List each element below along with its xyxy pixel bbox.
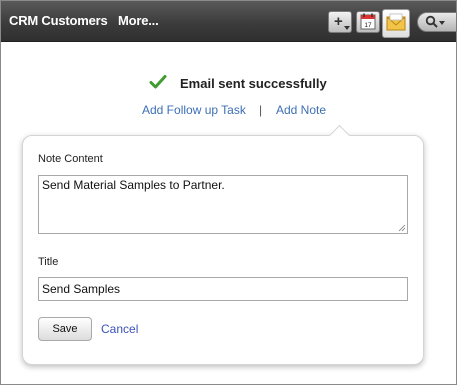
plus-icon: + — [334, 13, 343, 30]
title-label: Title — [38, 256, 59, 268]
save-button[interactable]: Save — [38, 317, 92, 341]
chevron-down-icon — [344, 26, 350, 30]
chevron-down-icon — [439, 21, 445, 25]
calendar-button[interactable]: 17 — [356, 11, 380, 33]
success-text: Email sent successfully — [180, 76, 327, 91]
note-content-text: Send Material Samples to Partner. — [42, 178, 225, 192]
nav-more-menu[interactable]: More... — [118, 13, 159, 28]
nav-crm-customers[interactable]: CRM Customers — [9, 13, 108, 28]
calendar-day-text: 17 — [364, 22, 372, 29]
envelope-icon — [386, 13, 406, 31]
add-note-link[interactable]: Add Note — [276, 103, 326, 117]
post-email-actions: Add Follow up Task | Add Note — [1, 103, 456, 119]
search-button[interactable] — [417, 12, 457, 32]
top-navigation-bar: CRM Customers More... + 17 — [1, 1, 457, 42]
title-input-text: Send Samples — [42, 282, 121, 296]
panel-pointer — [328, 124, 351, 147]
add-follow-up-task-link[interactable]: Add Follow up Task — [142, 103, 246, 117]
search-icon — [425, 15, 438, 28]
calendar-icon: 17 — [360, 13, 376, 30]
note-content-label: Note Content — [38, 153, 103, 165]
title-input[interactable]: Send Samples — [38, 277, 408, 301]
success-message: Email sent successfully — [1, 73, 456, 93]
email-button[interactable] — [382, 9, 410, 38]
resize-handle-icon[interactable] — [398, 224, 406, 232]
note-content-textarea[interactable]: Send Material Samples to Partner. — [38, 175, 408, 234]
add-new-button[interactable]: + — [328, 11, 352, 33]
add-note-panel: Note Content Send Material Samples to Pa… — [22, 124, 424, 365]
checkmark-icon — [149, 75, 167, 89]
app-window: CRM Customers More... + 17 Email sent su… — [0, 0, 457, 385]
link-separator: | — [259, 103, 263, 117]
cancel-link[interactable]: Cancel — [101, 322, 138, 336]
